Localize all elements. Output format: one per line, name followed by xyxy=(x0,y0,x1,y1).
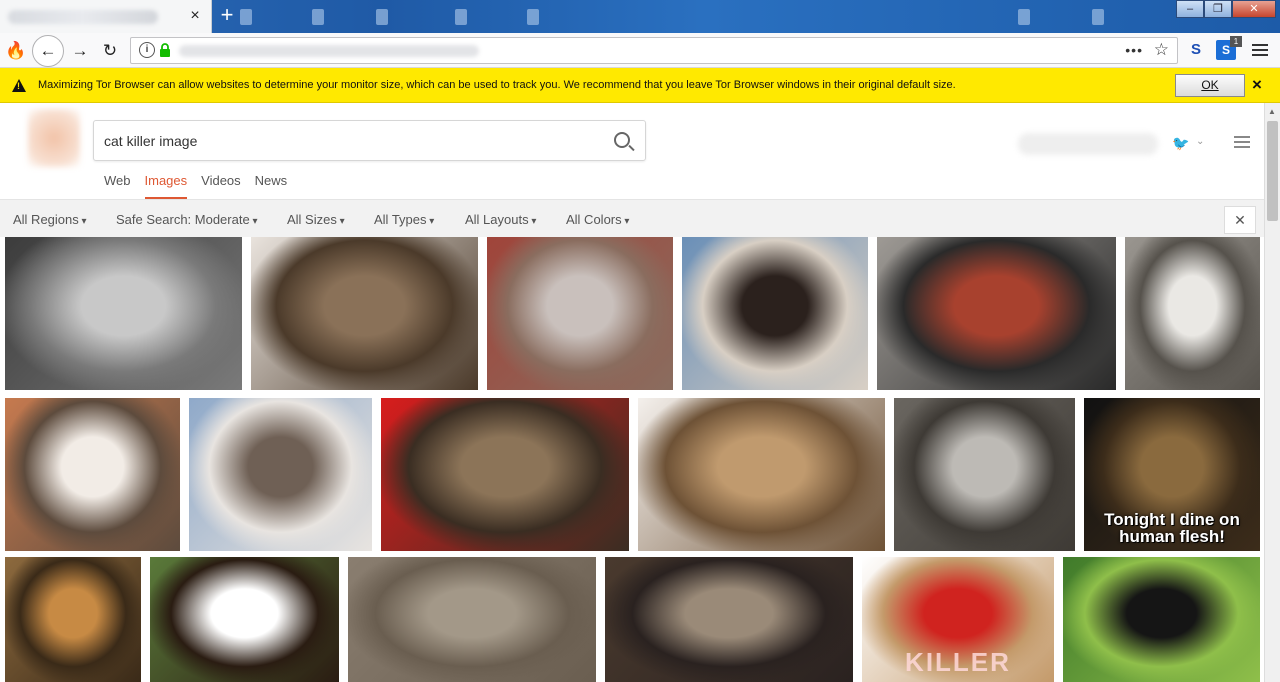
site-logo-redacted[interactable] xyxy=(28,109,80,167)
filter-safe-search[interactable]: Safe Search: Moderate xyxy=(116,212,258,227)
tab-strip: × + – ❐ ✕ xyxy=(0,0,1280,33)
image-result-thumbnail[interactable] xyxy=(1063,557,1260,682)
page-scrollbar[interactable]: ▲ xyxy=(1264,103,1280,682)
image-result-thumbnail[interactable] xyxy=(150,557,339,682)
image-result-thumbnail[interactable] xyxy=(894,398,1075,551)
image-result-thumbnail[interactable] xyxy=(605,557,853,682)
taskbar-icon xyxy=(455,9,467,25)
tab-news[interactable]: News xyxy=(255,173,288,199)
close-window-button[interactable]: ✕ xyxy=(1232,0,1276,18)
minimize-button[interactable]: – xyxy=(1176,0,1204,18)
search-icon[interactable] xyxy=(614,132,630,148)
tab-close-icon[interactable]: × xyxy=(186,7,204,25)
tor-identity-icon[interactable]: 🔥 xyxy=(2,37,30,65)
notification-close-icon[interactable]: × xyxy=(1252,76,1262,94)
image-result-thumbnail[interactable] xyxy=(877,237,1116,390)
taskbar-icon xyxy=(527,9,539,25)
image-result-thumbnail[interactable] xyxy=(5,398,180,551)
image-result-thumbnail[interactable] xyxy=(5,557,141,682)
maximize-button[interactable]: ❐ xyxy=(1204,0,1232,18)
back-button[interactable]: ← xyxy=(32,35,64,67)
image-result-thumbnail[interactable] xyxy=(251,237,478,390)
browser-tab[interactable]: × xyxy=(0,0,212,33)
scroll-up-icon[interactable]: ▲ xyxy=(1268,107,1276,116)
scroll-thumb[interactable] xyxy=(1267,121,1278,221)
taskbar-icon xyxy=(240,9,252,25)
window-controls: – ❐ ✕ xyxy=(1176,0,1276,20)
notification-ok-button[interactable]: OK xyxy=(1175,74,1245,97)
image-caption: Tonight I dine on human flesh! xyxy=(1104,510,1240,546)
reload-button[interactable]: ↻ xyxy=(96,37,124,65)
notification-text: Maximizing Tor Browser can allow website… xyxy=(38,79,956,91)
filter-sizes[interactable]: All Sizes xyxy=(287,212,345,227)
account-redacted xyxy=(1018,133,1158,155)
search-results-page: 🐦 ⌄ Web Images Videos News All Regions S… xyxy=(0,103,1264,682)
bookmark-star-icon[interactable]: ☆ xyxy=(1154,40,1169,60)
tab-images[interactable]: Images xyxy=(144,173,187,199)
tab-title-redacted xyxy=(8,10,158,24)
tab-videos[interactable]: Videos xyxy=(201,173,241,199)
image-result-thumbnail[interactable] xyxy=(348,557,596,682)
notification-bar: Maximizing Tor Browser can allow website… xyxy=(0,68,1280,103)
extension-s-icon[interactable]: S xyxy=(1187,40,1205,60)
address-bar[interactable]: i ••• ☆ xyxy=(130,37,1178,64)
filter-regions[interactable]: All Regions xyxy=(13,212,87,227)
forward-button[interactable]: → xyxy=(66,37,94,65)
image-result-thumbnail[interactable]: KILLER xyxy=(862,557,1054,682)
search-box xyxy=(93,120,646,161)
url-redacted xyxy=(179,45,479,57)
twitter-icon[interactable]: 🐦 xyxy=(1172,135,1192,151)
taskbar-icon xyxy=(1018,9,1030,25)
taskbar-icon xyxy=(312,9,324,25)
chevron-down-icon[interactable]: ⌄ xyxy=(1196,136,1204,147)
image-result-thumbnail[interactable] xyxy=(487,237,673,390)
filter-bar: All Regions Safe Search: Moderate All Si… xyxy=(0,199,1264,237)
filter-close-icon[interactable]: ✕ xyxy=(1224,206,1256,234)
warning-icon xyxy=(12,79,26,92)
taskbar-icon xyxy=(1092,9,1104,25)
filter-colors[interactable]: All Colors xyxy=(566,212,629,227)
image-result-thumbnail[interactable]: Tonight I dine on human flesh! xyxy=(1084,398,1260,551)
new-tab-button[interactable]: + xyxy=(216,4,238,28)
lock-icon xyxy=(160,43,170,57)
page-actions-icon[interactable]: ••• xyxy=(1125,38,1143,63)
search-input[interactable] xyxy=(104,121,584,160)
image-result-thumbnail[interactable] xyxy=(381,398,629,551)
site-menu-icon[interactable] xyxy=(1234,136,1250,150)
browser-menu-icon[interactable] xyxy=(1252,41,1268,59)
image-text: KILLER xyxy=(905,647,1011,677)
taskbar-icon xyxy=(376,9,388,25)
tab-web[interactable]: Web xyxy=(104,173,131,199)
filter-layouts[interactable]: All Layouts xyxy=(465,212,536,227)
image-result-thumbnail[interactable] xyxy=(638,398,885,551)
filter-types[interactable]: All Types xyxy=(374,212,434,227)
navigation-toolbar: 🔥 ← → ↻ i ••• ☆ xyxy=(0,33,1280,68)
image-result-thumbnail[interactable] xyxy=(189,398,372,551)
extension-badge: 1 xyxy=(1230,36,1242,47)
site-info-icon[interactable]: i xyxy=(139,42,155,58)
image-result-thumbnail[interactable] xyxy=(1125,237,1260,390)
image-result-thumbnail[interactable] xyxy=(5,237,242,390)
result-type-tabs: Web Images Videos News xyxy=(104,173,287,199)
image-result-thumbnail[interactable] xyxy=(682,237,868,390)
